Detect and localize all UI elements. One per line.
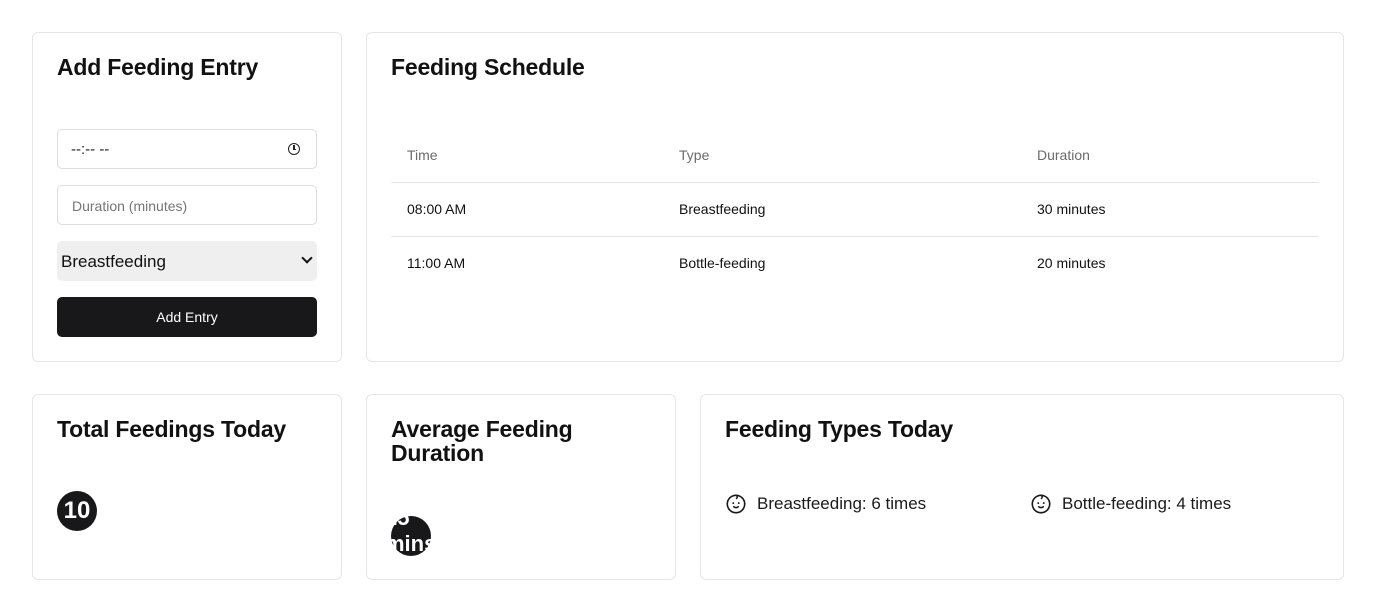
feeding-type-label: Bottle-feeding: 4 times [1062,494,1232,513]
feeding-types-card: Feeding Types Today Breastfeeding: 6 tim… [700,394,1344,580]
baby-icon [1031,494,1051,514]
row-time: 08:00 AM [407,201,467,217]
add-feeding-entry-title: Add Feeding Entry [57,54,259,80]
table-row: 11:00 AM Bottle-feeding 20 minutes [391,237,1319,290]
row-type: Bottle-feeding [679,255,766,271]
feeding-types-title: Feeding Types Today [725,416,953,442]
feeding-type-label: Breastfeeding: 6 times [757,494,927,513]
feeding-type-selected: Breastfeeding [61,252,166,271]
schedule-table: Time Type Duration 08:00 AM Breastfeedin… [391,129,1319,290]
feeding-type-select[interactable]: Breastfeeding [57,241,317,281]
total-feedings-value: 10 [57,491,97,531]
column-header-type: Type [679,147,710,163]
average-duration-value: 25 mins [385,505,437,556]
row-duration: 30 minutes [1037,201,1106,217]
table-row: 08:00 AM Breastfeeding 30 minutes [391,183,1319,237]
total-feedings-card: Total Feedings Today 10 [32,394,342,580]
time-input[interactable]: --:-- -- [57,129,317,169]
average-duration-title-line1: Average Feeding [391,416,573,442]
column-header-duration: Duration [1037,147,1090,163]
table-header-row: Time Type Duration [391,129,1319,183]
row-time: 11:00 AM [407,255,466,271]
clock-icon[interactable] [288,143,300,155]
add-feeding-entry-card: Add Feeding Entry --:-- -- Breastfeeding… [32,32,342,362]
feeding-schedule-title: Feeding Schedule [391,54,585,80]
duration-input[interactable] [70,197,304,215]
average-duration-title-line2: Duration [391,440,484,466]
column-header-time: Time [407,147,438,163]
time-input-value: --:-- -- [71,141,110,158]
feeding-schedule-card: Feeding Schedule Time Type Duration 08:0… [366,32,1344,362]
average-duration-card: Average Feeding Duration 25 mins [366,394,676,580]
row-type: Breastfeeding [679,201,766,217]
row-duration: 20 minutes [1037,255,1106,271]
baby-icon [726,494,746,514]
average-duration-title: Average Feeding Duration [391,416,573,466]
duration-field[interactable] [57,185,317,225]
total-feedings-title: Total Feedings Today [57,416,286,442]
chevron-down-icon [301,252,313,264]
add-entry-button[interactable]: Add Entry [57,297,317,337]
